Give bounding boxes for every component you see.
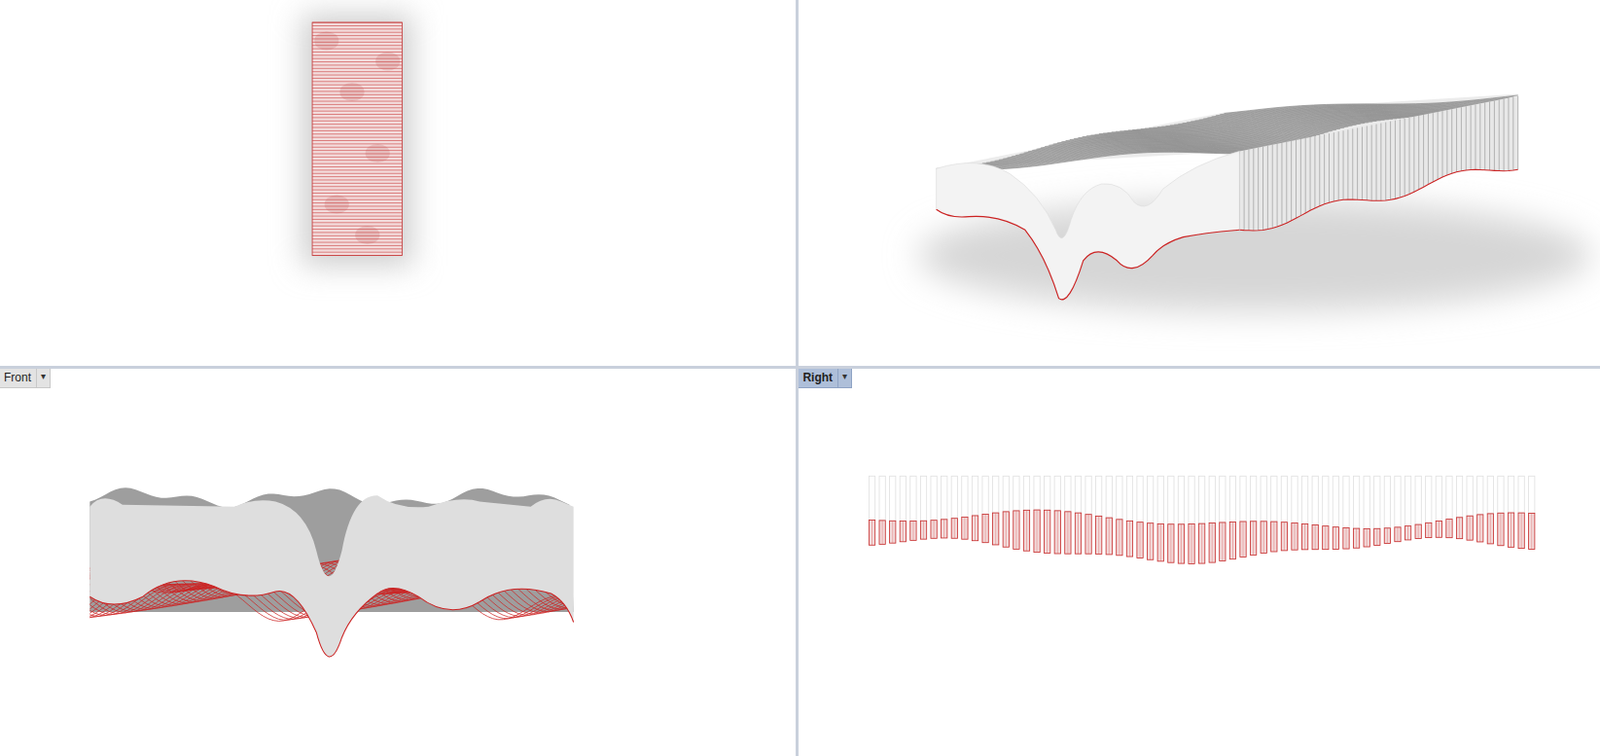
perspective-view-drawing: [798, 0, 1600, 366]
front-viewport[interactable]: Front▾: [0, 368, 796, 756]
viewport-title[interactable]: Front: [0, 368, 36, 388]
top-view-drawing: [0, 0, 796, 366]
viewport-label[interactable]: Front▾: [0, 368, 51, 389]
viewport-title[interactable]: Right: [798, 368, 838, 388]
top-viewport[interactable]: [0, 0, 796, 366]
viewport-grid: Front▾Right▾: [0, 0, 1600, 756]
front-view-drawing: [0, 368, 796, 756]
right-viewport[interactable]: Right▾: [798, 368, 1600, 756]
viewport-label[interactable]: Right▾: [798, 368, 853, 389]
right-view-drawing: [798, 368, 1600, 756]
viewport-menu-icon[interactable]: ▾: [35, 368, 50, 388]
perspective-viewport[interactable]: [798, 0, 1600, 366]
viewport-menu-icon[interactable]: ▾: [837, 368, 852, 388]
